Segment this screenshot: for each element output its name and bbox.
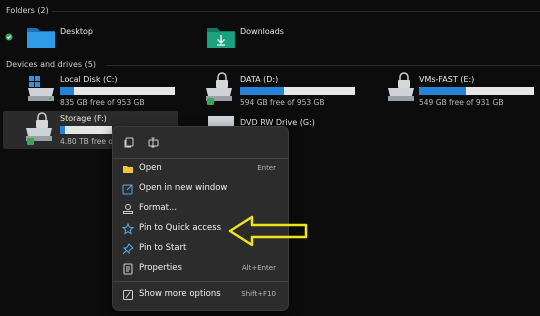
drive-usage-bar (419, 87, 534, 95)
pin-star-icon (122, 223, 134, 235)
menu-item-label: Pin to Start (139, 243, 187, 253)
drive-label: VMs-FAST (E:) (419, 75, 475, 84)
annotation-arrow-icon (228, 215, 308, 247)
drive-usage-fill (240, 87, 284, 95)
windows-drive-icon (28, 76, 54, 101)
menu-separator (113, 158, 288, 159)
locked-drive-icon (26, 112, 52, 145)
format-icon (123, 204, 133, 214)
drive-usage-fill (60, 87, 74, 95)
drive-usage-bar (60, 126, 112, 134)
drives-divider (106, 65, 540, 66)
folders-divider (52, 11, 540, 12)
menu-item-label: Pin to Quick access (139, 223, 222, 233)
properties-icon (123, 263, 133, 275)
menu-item-open-new-window[interactable]: Open in new window (117, 180, 284, 198)
menu-item-show-more-options[interactable]: Show more options Shift+F10 (117, 286, 284, 304)
menu-item-label: Properties (139, 263, 182, 273)
menu-item-properties[interactable]: Properties Alt+Enter (117, 260, 284, 278)
downloads-folder-icon (207, 28, 235, 48)
menu-item-shortcut: Shift+F10 (241, 290, 276, 298)
drive-usage-bar (60, 87, 175, 95)
drive-label: DATA (D:) (240, 75, 279, 84)
drive-label: Local Disk (C:) (60, 75, 118, 84)
menu-separator (113, 281, 288, 282)
menu-item-label: Format... (139, 203, 178, 213)
sync-status-icon (5, 33, 13, 41)
more-options-icon (123, 290, 133, 300)
menu-item-label: Open in new window (139, 183, 228, 193)
menu-item-shortcut: Enter (257, 164, 276, 172)
locked-drive-icon (206, 72, 232, 105)
menu-item-label: Show more options (139, 289, 221, 299)
open-icon (123, 166, 133, 173)
folder-label: Desktop (60, 27, 93, 36)
pin-icon (122, 243, 134, 255)
drive-free-space: 549 GB free of 931 GB (419, 98, 504, 107)
drive-label: Storage (F:) (60, 114, 107, 123)
folder-label: Downloads (240, 27, 284, 36)
menu-item-shortcut: Alt+Enter (241, 264, 276, 272)
drive-free-space: 835 GB free of 953 GB (60, 98, 145, 107)
desktop-folder-icon (27, 28, 55, 48)
locked-drive-icon (388, 72, 414, 101)
rename-icon[interactable] (148, 137, 159, 148)
drives-header: Devices and drives (5) (6, 60, 96, 69)
menu-item-label: Open (139, 163, 162, 173)
drive-usage-fill (419, 87, 467, 95)
drive-usage-fill (60, 126, 66, 134)
copy-icon[interactable] (123, 137, 134, 148)
folders-header: Folders (2) (6, 6, 49, 15)
drive-free-space: 594 GB free of 953 GB (240, 98, 325, 107)
new-window-icon (122, 184, 133, 195)
menu-item-open[interactable]: Open Enter (117, 160, 284, 178)
drive-usage-bar (240, 87, 355, 95)
